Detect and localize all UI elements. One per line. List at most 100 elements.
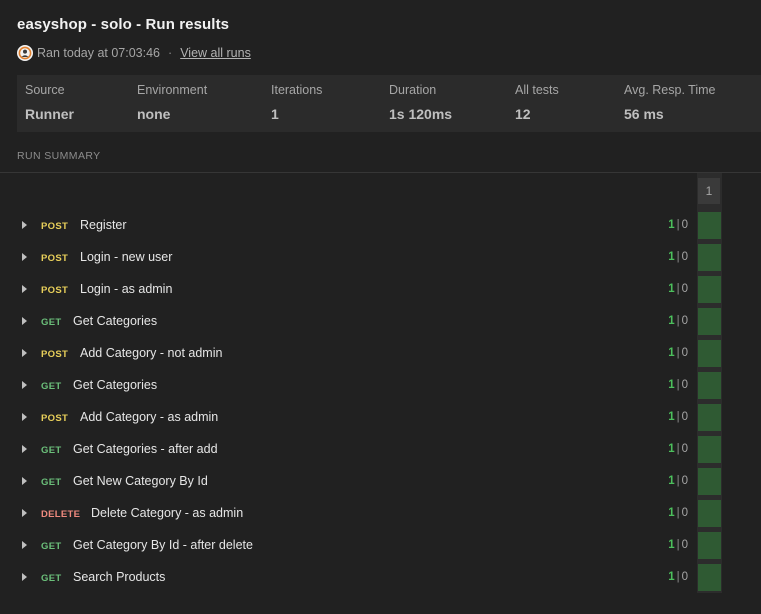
stat-label: Avg. Resp. Time (624, 83, 716, 97)
request-name: Add Category - as admin (80, 410, 219, 424)
expand-caret-icon[interactable] (22, 285, 27, 293)
request-name: Delete Category - as admin (91, 506, 244, 520)
failed-count: 0 (681, 283, 688, 295)
count-separator: | (676, 539, 680, 551)
stat-label: Environment (137, 83, 208, 97)
count-separator: | (676, 219, 680, 231)
request-method-badge: GET (41, 445, 62, 456)
count-separator: | (676, 379, 680, 391)
iteration-result-cell[interactable] (698, 500, 721, 527)
expand-caret-icon[interactable] (22, 381, 27, 389)
request-row[interactable]: GET Get New Category By Id 1 | 0 (0, 465, 761, 497)
run-info: Ran today at 07:03:46 · View all runs (17, 45, 251, 61)
expand-caret-icon[interactable] (22, 541, 27, 549)
passed-count: 1 (668, 475, 675, 487)
iteration-result-cell[interactable] (698, 212, 721, 239)
failed-count: 0 (681, 411, 688, 423)
failed-count: 0 (681, 347, 688, 359)
iteration-header[interactable]: 1 (698, 178, 720, 204)
expand-caret-icon[interactable] (22, 477, 27, 485)
request-name: Get Categories (73, 314, 158, 328)
test-counts: 1 | 0 (668, 443, 688, 455)
request-row[interactable]: POST Add Category - as admin 1 | 0 (0, 401, 761, 433)
passed-count: 1 (668, 411, 675, 423)
expand-caret-icon[interactable] (22, 317, 27, 325)
request-row[interactable]: GET Search Products 1 | 0 (0, 561, 761, 593)
iteration-result-cell[interactable] (698, 340, 721, 367)
iteration-result-cell[interactable] (698, 468, 721, 495)
expand-caret-icon[interactable] (22, 413, 27, 421)
request-name: Get Categories - after add (73, 442, 218, 456)
count-separator: | (676, 411, 680, 423)
failed-count: 0 (681, 379, 688, 391)
iteration-result-cell[interactable] (698, 308, 721, 335)
request-row[interactable]: GET Get Category By Id - after delete 1 | 0 (0, 529, 761, 561)
request-method-badge: POST (41, 349, 69, 360)
expand-caret-icon[interactable] (22, 221, 27, 229)
section-divider (0, 172, 761, 173)
stat-value: Runner (25, 106, 74, 122)
iteration-result-cell[interactable] (698, 564, 721, 591)
test-counts: 1 | 0 (668, 411, 688, 423)
failed-count: 0 (681, 571, 688, 583)
stat-label: Duration (389, 83, 437, 97)
stat-value: 12 (515, 106, 531, 122)
passed-count: 1 (668, 347, 675, 359)
expand-caret-icon[interactable] (22, 573, 27, 581)
iteration-result-cell[interactable] (698, 436, 721, 463)
run-stats-bar: Source Runner Environment none Iteration… (17, 75, 761, 132)
test-counts: 1 | 0 (668, 315, 688, 327)
iteration-result-cell[interactable] (698, 372, 721, 399)
count-separator: | (676, 251, 680, 263)
passed-count: 1 (668, 283, 675, 295)
passed-count: 1 (668, 443, 675, 455)
passed-count: 1 (668, 219, 675, 231)
expand-caret-icon[interactable] (22, 349, 27, 357)
request-method-badge: GET (41, 541, 62, 552)
expand-caret-icon[interactable] (22, 253, 27, 261)
request-method-badge: GET (41, 381, 62, 392)
view-all-runs-link[interactable]: View all runs (180, 46, 251, 60)
request-row[interactable]: GET Get Categories 1 | 0 (0, 305, 761, 337)
count-separator: | (676, 507, 680, 519)
run-results-page: easyshop - solo - Run results Ran today … (0, 0, 761, 614)
failed-count: 0 (681, 475, 688, 487)
ran-timestamp: Ran today at 07:03:46 (37, 46, 161, 60)
request-name: Add Category - not admin (80, 346, 223, 360)
failed-count: 0 (681, 507, 688, 519)
passed-count: 1 (668, 507, 675, 519)
request-row[interactable]: GET Get Categories - after add 1 | 0 (0, 433, 761, 465)
expand-caret-icon[interactable] (22, 509, 27, 517)
request-method-badge: POST (41, 253, 69, 264)
request-method-badge: POST (41, 221, 69, 232)
iteration-result-cell[interactable] (698, 532, 721, 559)
request-row[interactable]: POST Add Category - not admin 1 | 0 (0, 337, 761, 369)
iteration-result-cell[interactable] (698, 404, 721, 431)
test-counts: 1 | 0 (668, 475, 688, 487)
failed-count: 0 (681, 219, 688, 231)
passed-count: 1 (668, 539, 675, 551)
stat-value: 56 ms (624, 106, 664, 122)
run-summary-heading: RUN SUMMARY (17, 150, 101, 162)
request-row[interactable]: POST Login - new user 1 | 0 (0, 241, 761, 273)
passed-count: 1 (668, 571, 675, 583)
iteration-result-cell[interactable] (698, 276, 721, 303)
user-avatar-icon (17, 45, 33, 61)
request-row[interactable]: DELETE Delete Category - as admin 1 | 0 (0, 497, 761, 529)
stat-value: 1 (271, 106, 279, 122)
request-name: Login - as admin (80, 282, 173, 296)
iteration-result-cell[interactable] (698, 244, 721, 271)
expand-caret-icon[interactable] (22, 445, 27, 453)
count-separator: | (676, 475, 680, 487)
passed-count: 1 (668, 251, 675, 263)
count-separator: | (676, 315, 680, 327)
test-counts: 1 | 0 (668, 507, 688, 519)
request-row[interactable]: POST Register 1 | 0 (0, 209, 761, 241)
test-counts: 1 | 0 (668, 571, 688, 583)
test-counts: 1 | 0 (668, 539, 688, 551)
passed-count: 1 (668, 315, 675, 327)
test-counts: 1 | 0 (668, 283, 688, 295)
request-row[interactable]: POST Login - as admin 1 | 0 (0, 273, 761, 305)
request-row[interactable]: GET Get Categories 1 | 0 (0, 369, 761, 401)
test-counts: 1 | 0 (668, 347, 688, 359)
